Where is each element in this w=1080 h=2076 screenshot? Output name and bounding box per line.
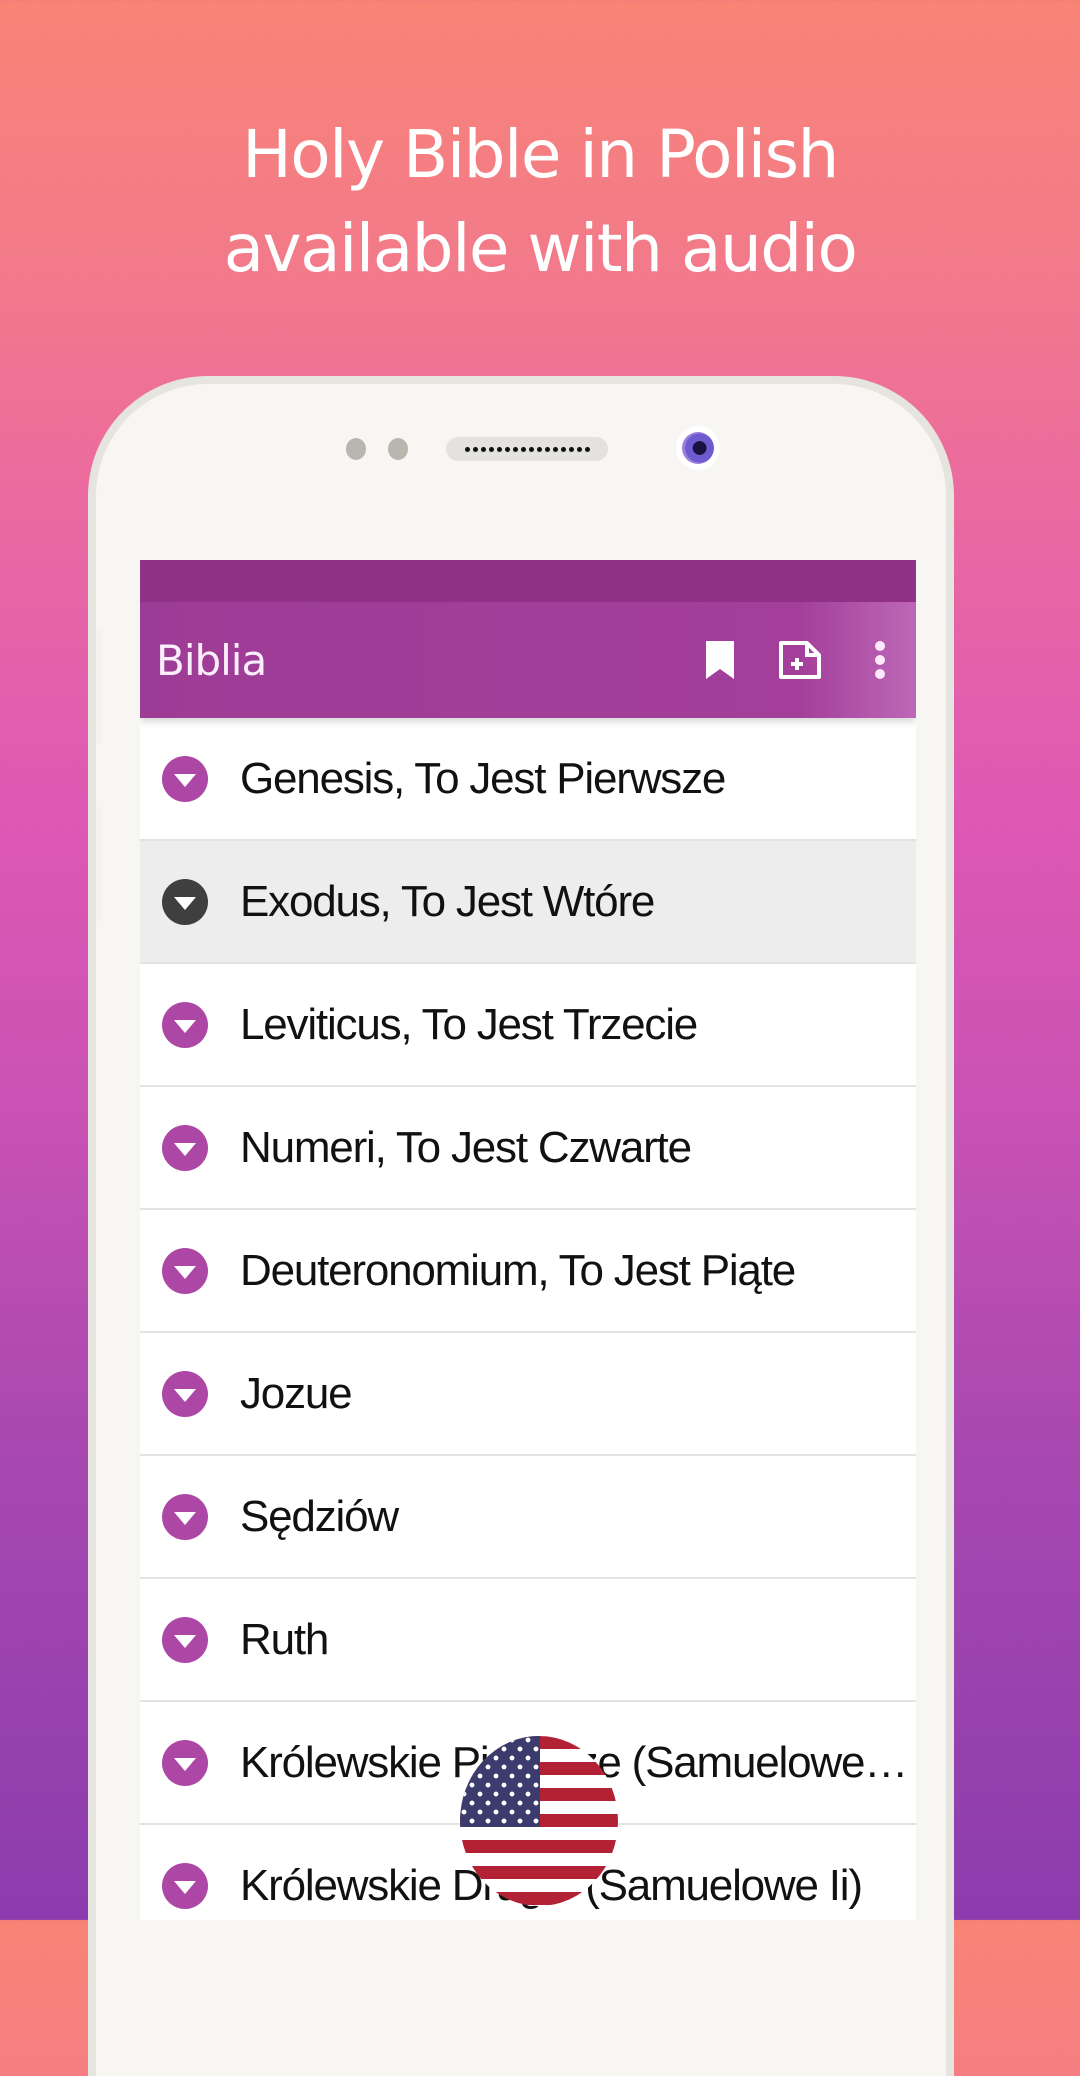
expand-chevron-icon[interactable] bbox=[162, 1247, 208, 1294]
status-bar bbox=[140, 560, 916, 602]
book-title: Jozue bbox=[240, 1368, 353, 1418]
book-list-item[interactable]: Ruth bbox=[140, 1579, 916, 1702]
phone-volume-up-button bbox=[96, 628, 102, 744]
expand-chevron-icon[interactable] bbox=[162, 1616, 208, 1663]
book-title: Leviticus, To Jest Trzecie bbox=[240, 999, 698, 1049]
us-flag-icon bbox=[460, 1736, 618, 1906]
book-title: Genesis, To Jest Pierwsze bbox=[240, 753, 726, 803]
more-vert-icon bbox=[875, 641, 885, 679]
book-list-item[interactable]: Leviticus, To Jest Trzecie bbox=[140, 964, 916, 1087]
phone-sensor bbox=[346, 438, 366, 460]
bookmarks-button[interactable] bbox=[696, 636, 744, 684]
book-title: Numeri, To Jest Czwarte bbox=[240, 1122, 692, 1172]
book-list-item[interactable]: Sędziów bbox=[140, 1456, 916, 1579]
expand-chevron-icon[interactable] bbox=[162, 1862, 208, 1909]
expand-chevron-icon[interactable] bbox=[162, 1124, 208, 1171]
bookmark-icon bbox=[706, 641, 734, 679]
phone-volume-down-button bbox=[96, 806, 102, 922]
add-note-button[interactable] bbox=[776, 636, 824, 684]
expand-chevron-icon[interactable] bbox=[162, 1001, 208, 1048]
headline-line-2: available with audio bbox=[223, 210, 858, 287]
expand-chevron-icon[interactable] bbox=[162, 1739, 208, 1786]
expand-chevron-icon[interactable] bbox=[162, 878, 208, 925]
add-note-icon bbox=[779, 641, 821, 679]
book-list-item[interactable]: Numeri, To Jest Czwarte bbox=[140, 1087, 916, 1210]
more-options-button[interactable] bbox=[856, 636, 904, 684]
book-list-item[interactable]: Genesis, To Jest Pierwsze bbox=[140, 718, 916, 841]
book-title: Ruth bbox=[240, 1614, 329, 1664]
book-list-item[interactable]: Jozue bbox=[140, 1333, 916, 1456]
book-title: Sędziów bbox=[240, 1491, 399, 1541]
phone-camera bbox=[676, 426, 720, 470]
app-title: Biblia bbox=[156, 635, 267, 685]
book-title: Exodus, To Jest Wtóre bbox=[240, 876, 655, 926]
book-list-item-selected[interactable]: Exodus, To Jest Wtóre bbox=[140, 841, 916, 964]
expand-chevron-icon[interactable] bbox=[162, 1493, 208, 1540]
book-list-item[interactable]: Deuteronomium, To Jest Piąte bbox=[140, 1210, 916, 1333]
promo-headline: Holy Bible in Polish available with audi… bbox=[0, 108, 1080, 296]
phone-sensor bbox=[388, 438, 408, 460]
book-title: Deuteronomium, To Jest Piąte bbox=[240, 1245, 796, 1295]
app-bar: Biblia bbox=[140, 602, 916, 718]
expand-chevron-icon[interactable] bbox=[162, 1370, 208, 1417]
expand-chevron-icon[interactable] bbox=[162, 755, 208, 802]
phone-speaker bbox=[446, 437, 608, 461]
headline-line-1: Holy Bible in Polish bbox=[242, 116, 839, 193]
app-screen: Biblia Genesis, To Jest Pierwsze Exodus,… bbox=[140, 560, 916, 1920]
